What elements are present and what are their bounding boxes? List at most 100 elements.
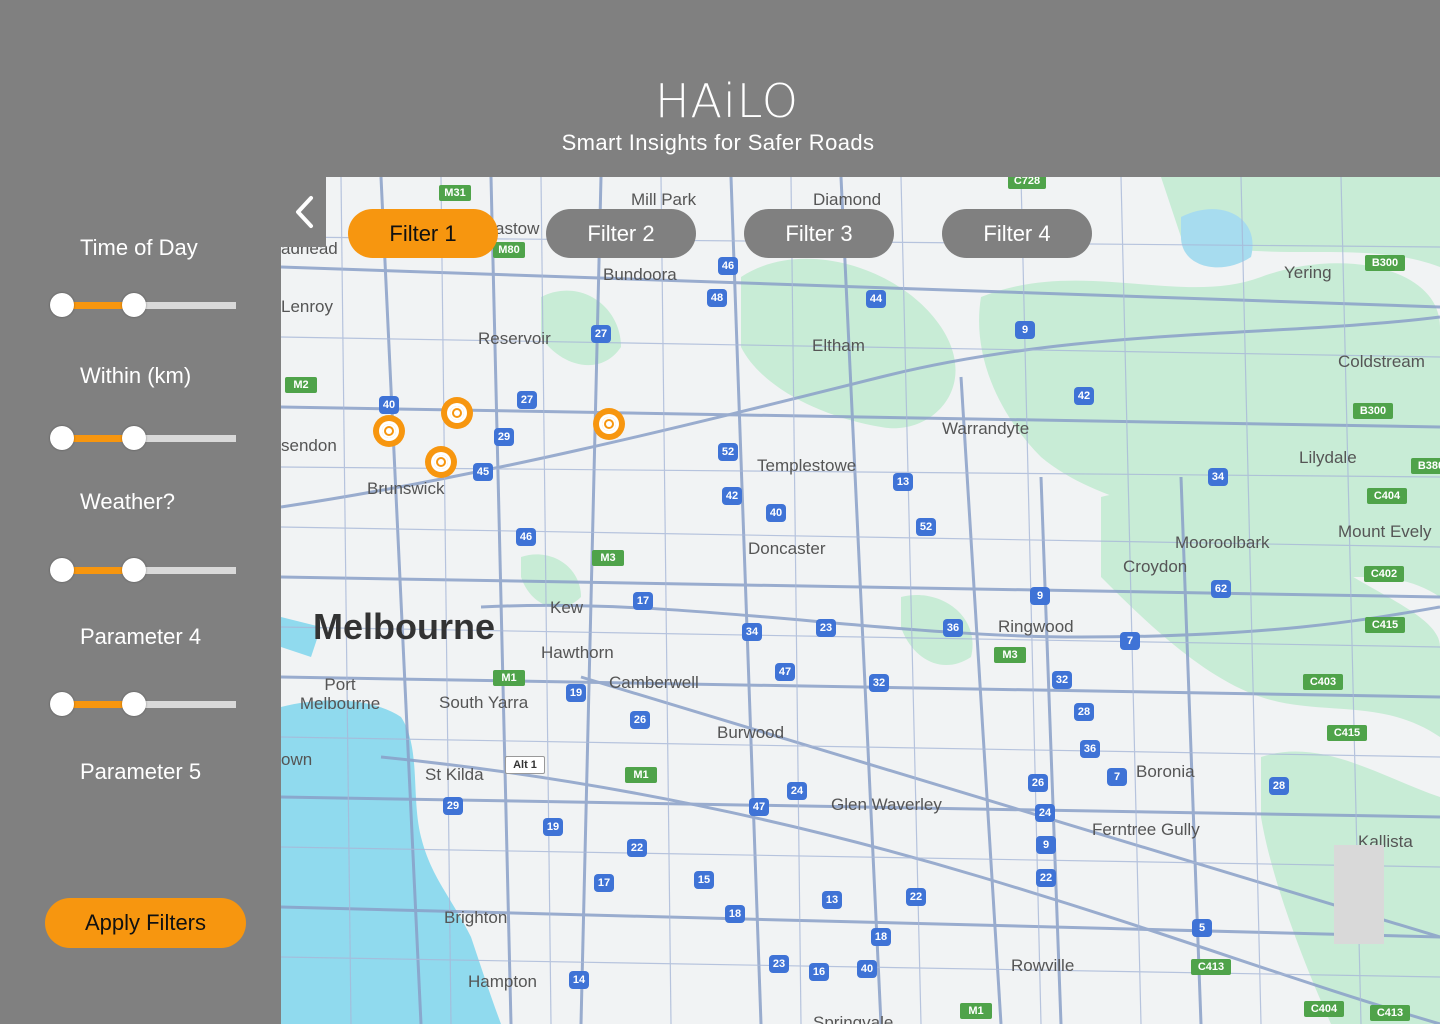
- route-shield: 17: [594, 874, 614, 892]
- map-place-label: Yering: [1284, 263, 1332, 282]
- time-of-day-slider[interactable]: [50, 293, 236, 317]
- freeway-shield: C415: [1327, 725, 1367, 741]
- route-shield: 13: [822, 891, 842, 909]
- route-shield: 27: [591, 325, 611, 343]
- slider-max-handle[interactable]: [122, 293, 146, 317]
- map-place-label: Diamond: [813, 190, 882, 209]
- route-shield: 62: [1211, 580, 1231, 598]
- route-shield: 14: [569, 971, 589, 989]
- tab-filter-2[interactable]: Filter 2: [546, 209, 696, 258]
- freeway-shield: M1: [625, 767, 657, 783]
- route-shield: 34: [1208, 468, 1228, 486]
- parameter-4-slider[interactable]: [50, 692, 236, 716]
- route-shield: 13: [893, 473, 913, 491]
- route-shield: 17: [633, 592, 653, 610]
- freeway-shield: C728: [1008, 177, 1046, 189]
- map-place-label: Coldstream: [1338, 352, 1425, 371]
- route-shield: 40: [857, 960, 877, 978]
- route-shield: 36: [1080, 740, 1100, 758]
- map-place-label: Reservoir: [478, 329, 551, 348]
- freeway-shield: C413: [1191, 959, 1231, 975]
- slider-max-handle[interactable]: [122, 426, 146, 450]
- slider-max-handle[interactable]: [122, 692, 146, 716]
- route-shield: 26: [630, 711, 650, 729]
- weather-slider[interactable]: [50, 558, 236, 582]
- map-place-label: Templestowe: [757, 456, 857, 475]
- collapse-sidebar-button[interactable]: [281, 177, 326, 247]
- route-shield: 19: [543, 818, 563, 836]
- route-shield: 36: [943, 619, 963, 637]
- accident-marker[interactable]: [425, 446, 457, 478]
- map-place-label: own: [281, 750, 313, 769]
- freeway-shield: M2: [285, 377, 317, 393]
- route-shield: 27: [517, 391, 537, 409]
- accident-marker[interactable]: [593, 408, 625, 440]
- map-place-label: Glen Waverley: [831, 795, 942, 814]
- route-shield: 29: [443, 797, 463, 815]
- freeway-shield: B300: [1353, 403, 1393, 419]
- route-shield: 9: [1015, 321, 1035, 339]
- route-shield: 40: [379, 396, 399, 414]
- map-place-label: South Yarra: [439, 693, 529, 712]
- map-place-label: Port Melbourne: [299, 675, 381, 713]
- route-shield: 47: [775, 663, 795, 681]
- route-shield: 18: [871, 928, 891, 946]
- route-shield: 28: [1269, 777, 1289, 795]
- map-place-label: Lenroy: [281, 297, 333, 316]
- freeway-shield: M1: [960, 1003, 992, 1019]
- map-place-label: Camberwell: [609, 673, 699, 692]
- map-place-label: Croydon: [1123, 557, 1188, 576]
- map-place-label: Warrandyte: [942, 419, 1030, 438]
- tab-filter-1[interactable]: Filter 1: [348, 209, 498, 258]
- accident-marker[interactable]: [441, 397, 473, 429]
- route-shield: 23: [769, 955, 789, 973]
- freeway-shield: C404: [1304, 1001, 1344, 1017]
- map-place-label: Ringwood: [998, 617, 1074, 636]
- route-shield: 46: [718, 257, 738, 275]
- freeway-shield: B300: [1365, 255, 1405, 271]
- freeway-shield: M80: [493, 242, 525, 258]
- slider-min-handle[interactable]: [50, 293, 74, 317]
- freeway-shield: C402: [1364, 566, 1404, 582]
- slider-min-handle[interactable]: [50, 692, 74, 716]
- map-place-label: Ferntree Gully: [1092, 820, 1200, 839]
- map-place-label: Mount Evely: [1338, 522, 1432, 541]
- route-shield: 42: [722, 487, 742, 505]
- route-shield: 22: [627, 839, 647, 857]
- route-shield: 7: [1107, 768, 1127, 786]
- slider-min-handle[interactable]: [50, 558, 74, 582]
- filter-label-within-km: Within (km): [80, 363, 192, 388]
- route-shield: 48: [707, 289, 727, 307]
- route-shield: 5: [1192, 919, 1212, 937]
- slider-max-handle[interactable]: [122, 558, 146, 582]
- map-city-label: Melbourne: [313, 606, 496, 647]
- freeway-shield: M3: [592, 550, 624, 566]
- filter-label-parameter-4: Parameter 4: [80, 624, 202, 649]
- route-shield: 9: [1030, 587, 1050, 605]
- map-place-label: astow: [495, 219, 540, 238]
- map-scrollbar[interactable]: [1334, 845, 1384, 944]
- route-shield: 22: [906, 888, 926, 906]
- accident-marker[interactable]: [373, 415, 405, 447]
- apply-filters-button[interactable]: Apply Filters: [45, 898, 246, 948]
- map-place-label: Lilydale: [1299, 448, 1357, 467]
- app-header: HAiLO Smart Insights for Safer Roads: [0, 0, 1440, 177]
- freeway-shield: B380: [1411, 458, 1440, 474]
- route-shield: 52: [718, 443, 738, 461]
- route-shield: 46: [516, 528, 536, 546]
- map-place-label: Brunswick: [367, 479, 445, 498]
- route-shield: 19: [566, 684, 586, 702]
- map-place-label: Bundoora: [603, 265, 677, 284]
- slider-min-handle[interactable]: [50, 426, 74, 450]
- tab-filter-3[interactable]: Filter 3: [744, 209, 894, 258]
- route-shield: 32: [1052, 671, 1072, 689]
- freeway-shield: C413: [1370, 1005, 1410, 1021]
- freeway-shield: M31: [439, 185, 471, 201]
- route-shield: 32: [869, 674, 889, 692]
- tab-filter-4[interactable]: Filter 4: [942, 209, 1092, 258]
- map-view[interactable]: Mill Park Diamond Bundoora Yering Coldst…: [281, 177, 1440, 1024]
- route-shield: 15: [694, 871, 714, 889]
- map-place-label: Eltham: [812, 336, 865, 355]
- within-km-slider[interactable]: [50, 426, 236, 450]
- map-place-label: Brighton: [444, 908, 508, 927]
